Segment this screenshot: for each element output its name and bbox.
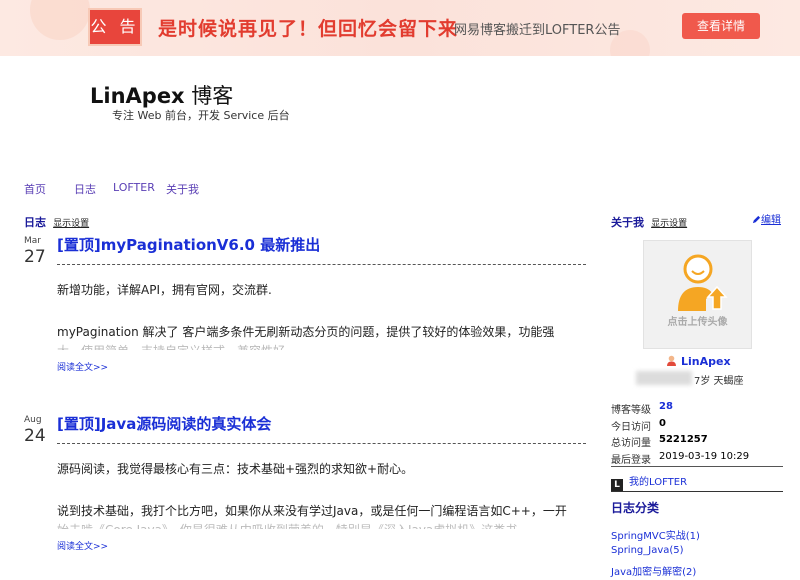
post-excerpt-line: 说到技术基础，我打个比方吧，如果你从来没有学过Java，或是任何一门编程语言如C… xyxy=(57,504,567,518)
stat-row: 最后登录 2019-03-19 10:29 xyxy=(611,451,783,467)
my-lofter-link[interactable]: L 我的LOFTER xyxy=(611,473,687,491)
post-excerpt-line: 源码阅读，我觉得最核心有三点：技术基础+强烈的求知欲+耐心。 xyxy=(57,462,414,476)
edit-label: 编辑 xyxy=(761,215,781,226)
user-small-icon xyxy=(667,355,676,366)
announcement-banner: 公 告 是时候说再见了！但回忆会留下来 网易博客搬迁到LOFTER公告 查看详情 xyxy=(0,0,800,56)
read-more-link[interactable]: 阅读全文>> xyxy=(57,539,108,552)
about-section-header: 关于我 显示设置 xyxy=(611,211,687,230)
stat-value: 0 xyxy=(659,418,666,429)
category-item[interactable]: Spring_Java(5) xyxy=(611,545,684,556)
profile-name-text: LinApex xyxy=(681,355,731,368)
post-day: 24 xyxy=(24,426,46,446)
blog-title-suffix: 博客 xyxy=(184,84,234,108)
stat-row: 总访问量 5221257 xyxy=(611,434,783,450)
edit-pencil-icon xyxy=(752,215,761,224)
about-display-settings[interactable]: 显示设置 xyxy=(651,219,687,229)
posts-section-title: 日志 xyxy=(24,216,46,229)
nav-about[interactable]: 关于我 xyxy=(166,181,199,197)
avatar-upload[interactable]: 点击上传头像 xyxy=(643,240,752,349)
stat-value: 2019-03-19 10:29 xyxy=(659,451,750,462)
stats-divider xyxy=(611,466,783,467)
blog-tagline: 专注 Web 前台，开发 Service 后台 xyxy=(112,109,290,122)
post-excerpt-faded: 大，使用简单，支持自定义样式，兼容性好。 xyxy=(57,342,297,350)
stat-label: 博客等级 xyxy=(611,405,651,416)
avatar-placeholder-icon xyxy=(678,254,728,311)
read-more-link[interactable]: 阅读全文>> xyxy=(57,360,108,373)
post-title[interactable]: [置顶]myPaginationV6.0 最新推出 xyxy=(57,234,320,255)
post-excerpt-faded: 始去啃《Core Java》，你是很难从中吸收到营养的，特别是《深入Java虚拟… xyxy=(57,521,529,529)
category-item[interactable]: Java加密与解密(2) xyxy=(611,563,696,578)
banner-decoration xyxy=(30,0,90,40)
post-divider xyxy=(57,264,586,265)
profile-name[interactable]: LinApex xyxy=(666,355,731,368)
post-divider xyxy=(57,443,586,444)
categories-title: 日志分类 xyxy=(611,501,660,515)
banner-headline: 是时候说再见了！但回忆会留下来 xyxy=(158,18,459,40)
posts-display-settings[interactable]: 显示设置 xyxy=(53,219,89,229)
about-section-title: 关于我 xyxy=(611,216,644,229)
posts-section-header: 日志 显示设置 xyxy=(24,211,89,230)
blurred-info xyxy=(636,371,692,385)
stat-label: 总访问量 xyxy=(611,438,651,449)
edit-link[interactable]: 编辑 xyxy=(752,211,781,226)
category-item[interactable]: SpringMVC实战(1) xyxy=(611,527,700,542)
post-month: Aug xyxy=(24,415,42,425)
stat-row: 今日访问 0 xyxy=(611,418,783,434)
announcement-seal: 公 告 xyxy=(88,8,142,46)
blog-title-name: LinApex xyxy=(90,84,185,108)
nav-home[interactable]: 首页 xyxy=(24,181,46,197)
lofter-icon: L xyxy=(611,479,623,491)
post-day: 27 xyxy=(24,247,46,267)
nav-posts[interactable]: 日志 xyxy=(74,181,96,197)
profile-meta: 7岁 天蝎座 xyxy=(694,376,744,387)
stat-label: 今日访问 xyxy=(611,422,651,433)
nav-lofter[interactable]: LOFTER xyxy=(113,181,155,194)
post-excerpt-line: 新增功能，详解API，拥有官网，交流群. xyxy=(57,283,272,297)
view-details-button[interactable]: 查看详情 xyxy=(682,13,760,39)
stat-label: 最后登录 xyxy=(611,455,651,466)
categories-divider xyxy=(611,491,783,492)
banner-subtitle[interactable]: 网易博客搬迁到LOFTER公告 xyxy=(454,19,620,38)
my-lofter-label: 我的LOFTER xyxy=(629,477,688,488)
stat-row: 博客等级 28 xyxy=(611,401,783,417)
post-excerpt-line: myPagination 解决了 客户端多条件无刷新动态分页的问题，提供了较好的… xyxy=(57,325,555,339)
stat-value: 5221257 xyxy=(659,434,708,445)
avatar-caption: 点击上传头像 xyxy=(667,317,728,328)
stat-value[interactable]: 28 xyxy=(659,401,673,412)
post-title[interactable]: [置顶]Java源码阅读的真实体会 xyxy=(57,413,271,434)
post-month: Mar xyxy=(24,236,41,246)
blog-title[interactable]: LinApex 博客 xyxy=(90,80,233,110)
